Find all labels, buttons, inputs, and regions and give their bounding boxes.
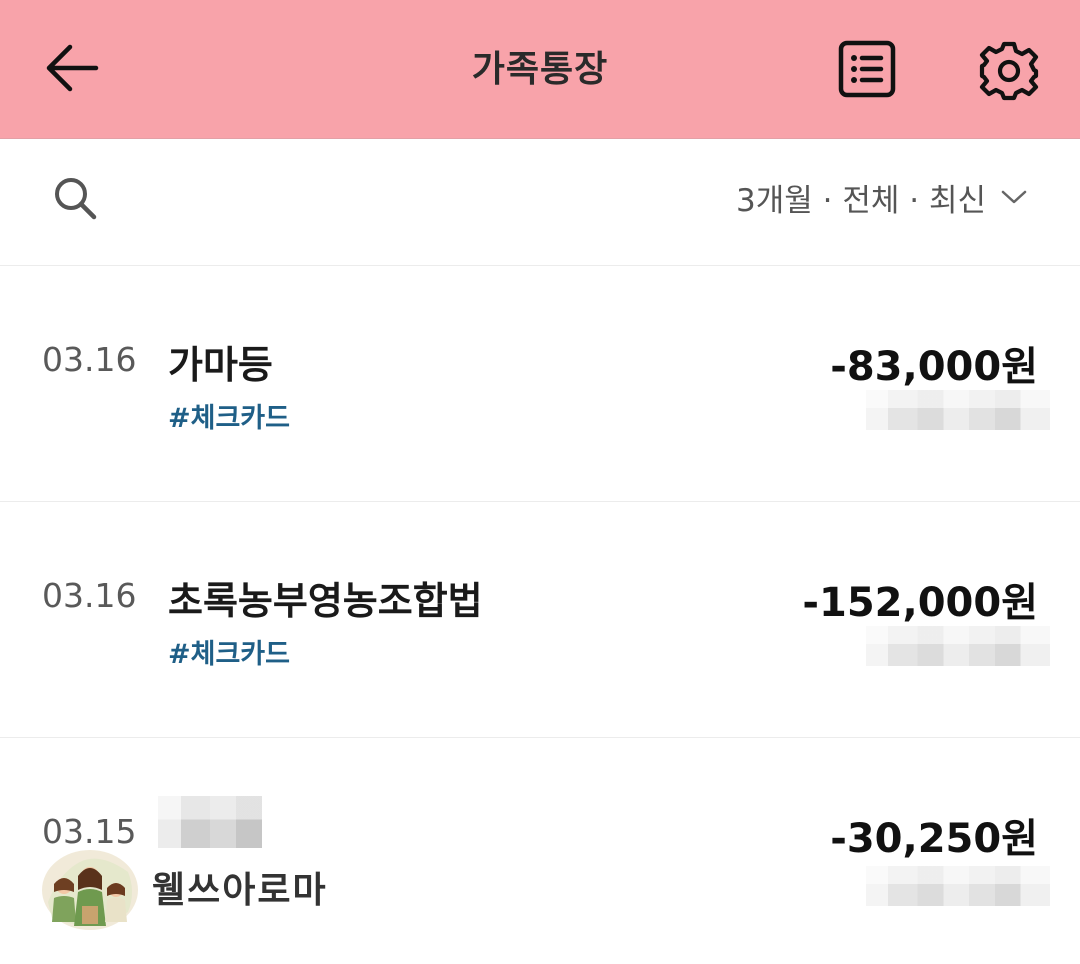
transaction-row[interactable]: 03.16 가마등 #체크카드 -83,000원 [0, 266, 1080, 502]
transaction-tag[interactable]: #체크카드 [168, 396, 290, 435]
transaction-tag[interactable]: #체크카드 [168, 632, 290, 671]
filter-bar: 3개월 · 전체 · 최신 [0, 139, 1080, 266]
search-button[interactable] [50, 173, 100, 223]
transaction-amount: -30,250원 [830, 816, 1038, 862]
screen: 가족통장 3개월 · 전체 · 최신 03.16 가마등 #체크카드 -83,0… [0, 0, 1080, 964]
top-app-bar: 가족통장 [0, 0, 1080, 139]
filter-label: 3개월 · 전체 · 최신 [736, 182, 986, 219]
transaction-name: 가마등 [168, 343, 273, 387]
transaction-amount: -152,000원 [802, 580, 1038, 626]
redacted-balance [866, 390, 1050, 430]
watermark-text: 웰쓰아로마 [152, 870, 328, 911]
settings-button[interactable] [976, 38, 1042, 104]
watermark-logo [42, 850, 138, 930]
redacted-balance [866, 866, 1050, 906]
transaction-row[interactable]: 03.16 초록농부영농조합법 #체크카드 -152,000원 [0, 502, 1080, 738]
transaction-name: 초록농부영농조합법 [168, 579, 483, 623]
watermark: 웰쓰아로마 [40, 842, 328, 932]
list-icon [838, 40, 896, 98]
search-icon [55, 178, 97, 220]
redacted-transaction-name [158, 796, 262, 848]
transaction-amount: -83,000원 [830, 344, 1038, 390]
gear-icon [979, 41, 1039, 101]
redacted-balance [866, 626, 1050, 666]
transaction-date: 03.16 [42, 340, 137, 379]
transaction-list-button[interactable] [836, 38, 898, 100]
chevron-down-icon [1000, 188, 1028, 206]
page-title: 가족통장 [471, 49, 609, 90]
filter-dropdown[interactable]: 3개월 · 전체 · 최신 [736, 175, 1028, 219]
transaction-date: 03.16 [42, 576, 137, 615]
